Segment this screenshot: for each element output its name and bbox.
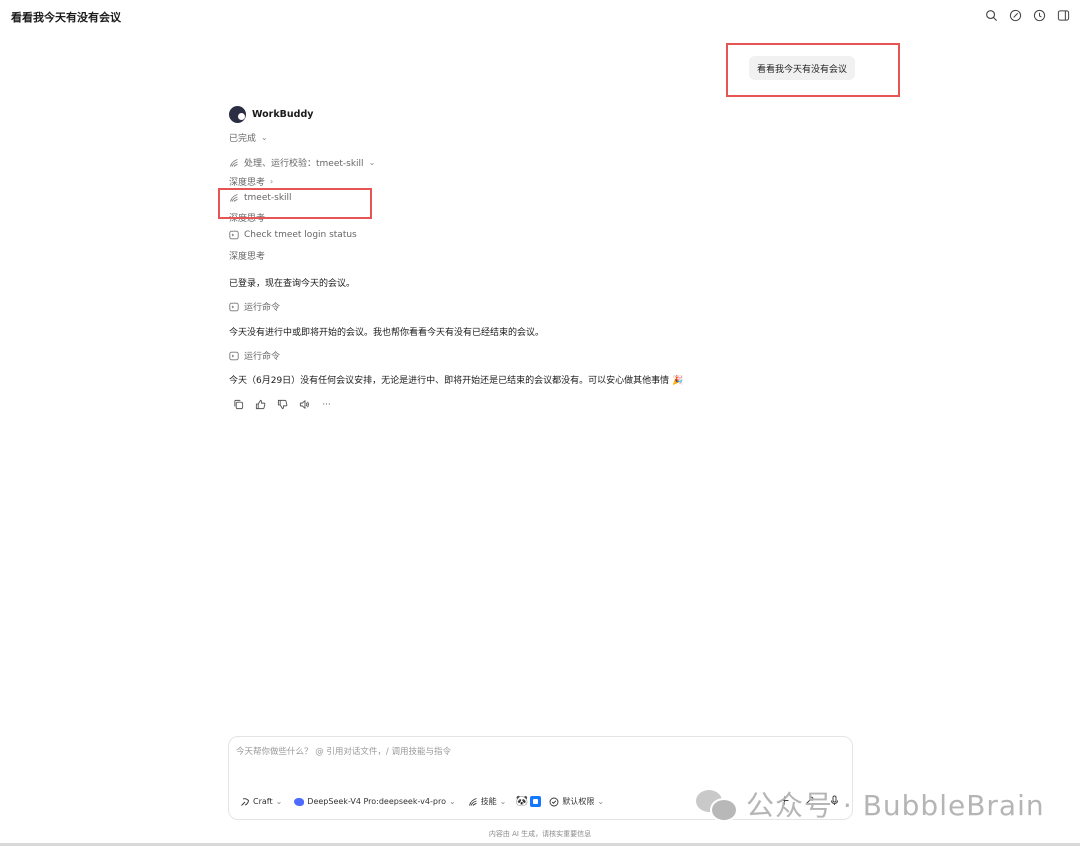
step-label: Check tmeet login status	[244, 230, 357, 240]
speaker-icon[interactable]	[298, 398, 311, 411]
thumbs-up-icon[interactable]	[254, 398, 267, 411]
more-icon[interactable]: ···	[320, 398, 333, 411]
chevron-right-icon: ›	[270, 177, 274, 186]
composer-placeholder[interactable]: 今天帮你做些什么？ @ 引用对话文件，/ 调用技能与指令	[236, 745, 451, 757]
terminal-icon	[229, 302, 239, 312]
run-command-step[interactable]: 运行命令	[229, 300, 280, 313]
skills-label: 技能	[480, 797, 497, 806]
connector-apps[interactable]: 🐼	[515, 796, 542, 807]
chevron-down-icon: ⌄	[261, 133, 268, 142]
assistant-message-final: 今天（6月29日）没有任何会议安排，无论是进行中、即将开始还是已结束的会议都没有…	[229, 376, 684, 386]
window-title: 看看我今天有没有会议	[11, 11, 121, 24]
assistant-message: 已登录，现在查询今天的会议。	[229, 279, 356, 289]
mode-label: Craft	[253, 797, 273, 806]
step-label: 深度思考	[229, 252, 266, 262]
thumbs-down-icon[interactable]	[276, 398, 289, 411]
craft-icon	[241, 797, 249, 806]
status-toggle[interactable]: 已完成 ⌄	[229, 131, 268, 144]
run-command-step[interactable]: 运行命令	[229, 349, 280, 362]
highlight-box-skill-step	[218, 188, 372, 219]
run-command-label: 运行命令	[244, 303, 281, 313]
step-check-login[interactable]: Check tmeet login status	[229, 230, 357, 240]
chevron-down-icon: ⌄	[275, 797, 283, 806]
assistant-header: WorkBuddy	[229, 105, 849, 123]
skills-selector[interactable]: 技能 ⌄	[468, 796, 507, 807]
terminal-icon	[229, 230, 239, 240]
step-deep-thinking[interactable]: 深度思考 ›	[229, 175, 273, 188]
run-command-label: 运行命令	[244, 352, 281, 362]
watermark-text: 公众号 · BubbleBrain	[746, 789, 1045, 822]
message-actions: ···	[232, 398, 333, 411]
assistant-response: WorkBuddy 已完成 ⌄ 处理、运行校验：tmeet-skill ⌄ 深度…	[229, 105, 849, 410]
model-selector[interactable]: DeepSeek-V4 Pro:deepseek-v4-pro ⌄	[294, 797, 456, 806]
watermark: 公众号 · BubbleBrain	[696, 784, 1045, 824]
tencent-meeting-icon	[530, 796, 542, 807]
wechat-icon	[696, 788, 738, 822]
terminal-icon	[229, 351, 239, 361]
skill-icon	[468, 797, 477, 806]
composer-toolbar: Craft ⌄ DeepSeek-V4 Pro:deepseek-v4-pro …	[240, 796, 604, 807]
model-label: DeepSeek-V4 Pro:deepseek-v4-pro	[307, 797, 446, 806]
title-bar: 看看我今天有没有会议	[0, 0, 1080, 34]
chevron-down-icon: ⌄	[368, 158, 376, 167]
step-skill-process[interactable]: 处理、运行校验：tmeet-skill ⌄	[229, 156, 375, 169]
mode-selector[interactable]: Craft ⌄	[240, 797, 282, 807]
chevron-down-icon: ⌄	[499, 797, 507, 806]
permission-label: 默认权限	[562, 797, 595, 806]
avatar	[229, 105, 246, 123]
title-bar-actions	[984, 8, 1070, 22]
chevron-down-icon: ⌄	[597, 797, 605, 806]
history-icon[interactable]	[1032, 8, 1046, 22]
status-label: 已完成	[229, 134, 257, 144]
assistant-name: WorkBuddy	[252, 108, 314, 120]
step-deep-thinking[interactable]: 深度思考	[229, 249, 265, 262]
sidebar-toggle-icon[interactable]	[1056, 8, 1070, 22]
step-label: 深度思考	[229, 178, 266, 188]
ai-disclaimer: 内容由 AI 生成，请核实重要信息	[488, 830, 592, 838]
permission-selector[interactable]: 默认权限 ⌄	[549, 796, 604, 807]
new-chat-icon[interactable]	[1008, 8, 1022, 22]
deepseek-logo-icon	[294, 797, 305, 806]
assistant-message: 今天没有进行中或即将开始的会议。我也帮你看看今天有没有已经结束的会议。	[229, 328, 545, 338]
highlight-box-user-message	[726, 43, 900, 97]
skill-icon	[229, 158, 239, 168]
more-label: ···	[322, 399, 331, 410]
shield-check-icon	[549, 797, 559, 806]
copy-icon[interactable]	[232, 398, 245, 411]
panda-icon: 🐼	[515, 796, 529, 807]
search-icon[interactable]	[984, 8, 998, 22]
chevron-down-icon: ⌄	[448, 797, 456, 806]
step-label: 处理、运行校验：tmeet-skill	[244, 159, 364, 169]
